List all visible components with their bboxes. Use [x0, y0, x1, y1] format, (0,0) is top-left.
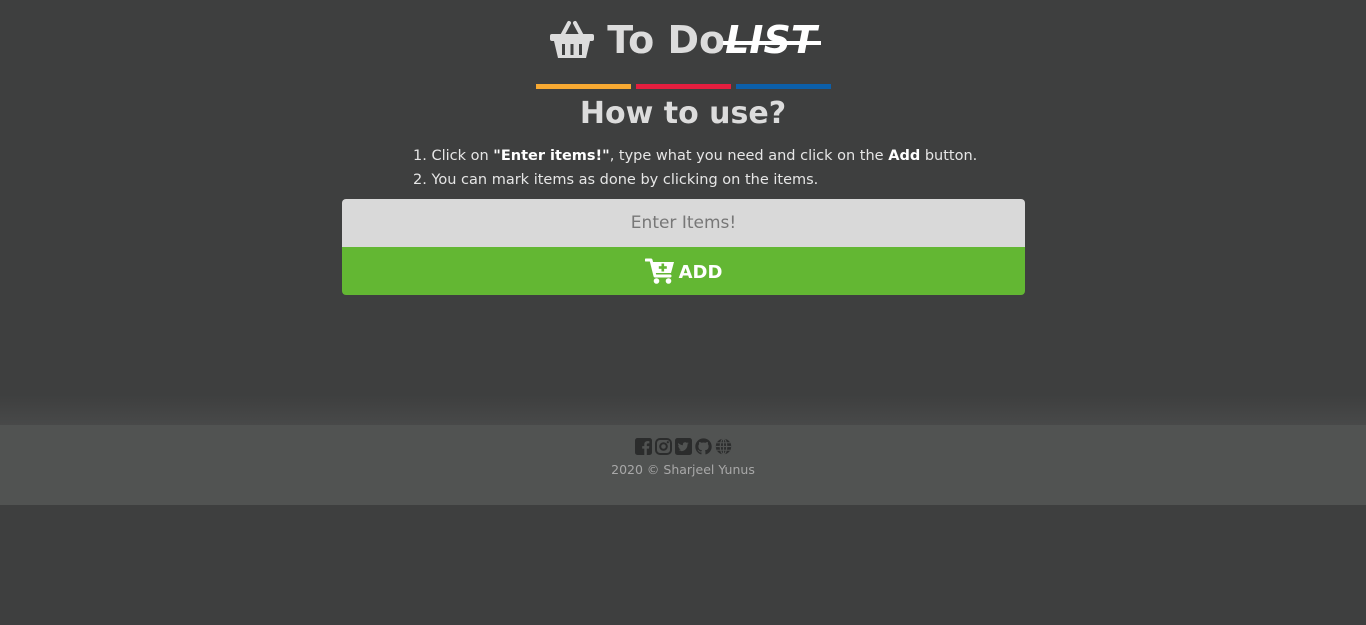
copyright-text: 2020 © Sharjeel Yunus: [611, 462, 755, 477]
color-bar-orange: [536, 84, 631, 89]
add-button[interactable]: ADD: [342, 247, 1025, 295]
how-to-use-heading: How to use?: [579, 96, 787, 131]
step-text: , type what you need and click on the: [609, 148, 884, 164]
step-text: Click on: [431, 148, 489, 164]
facebook-icon[interactable]: [634, 438, 652, 455]
globe-icon[interactable]: [715, 438, 732, 455]
color-bars: [536, 84, 831, 89]
title-text: To DoLIST: [607, 18, 817, 62]
color-bar-blue: [736, 84, 831, 89]
color-bar-red: [636, 84, 731, 89]
footer: 2020 © Sharjeel Yunus: [0, 425, 1366, 505]
twitter-icon[interactable]: [674, 438, 692, 455]
step-target: "Enter items!": [493, 148, 610, 164]
instagram-icon[interactable]: [654, 438, 672, 455]
step-number: 2.: [413, 172, 427, 188]
social-icons: [0, 438, 1366, 455]
footer-shadow: [0, 395, 1366, 425]
basket-icon: [550, 21, 595, 58]
step-text: You can mark items as done by clicking o…: [431, 172, 819, 188]
title-struck-word: LIST: [725, 18, 817, 62]
enter-items-input[interactable]: [342, 199, 1025, 247]
instruction-step-1: 1. Click on "Enter items!", type what yo…: [413, 144, 977, 168]
step-text: button.: [924, 148, 978, 164]
add-button-label: ADD: [678, 261, 723, 283]
instructions: 1. Click on "Enter items!", type what yo…: [413, 144, 977, 192]
step-number: 1.: [413, 148, 427, 164]
cart-plus-icon: [644, 258, 674, 284]
instruction-step-2: 2. You can mark items as done by clickin…: [413, 168, 977, 192]
step-button-name: Add: [888, 148, 921, 164]
app-title: To DoLIST: [0, 18, 1366, 62]
github-icon[interactable]: [694, 438, 712, 455]
title-main: To Do: [607, 18, 726, 62]
page: To DoLIST How to use? 1. Click on "Enter…: [0, 0, 1366, 625]
